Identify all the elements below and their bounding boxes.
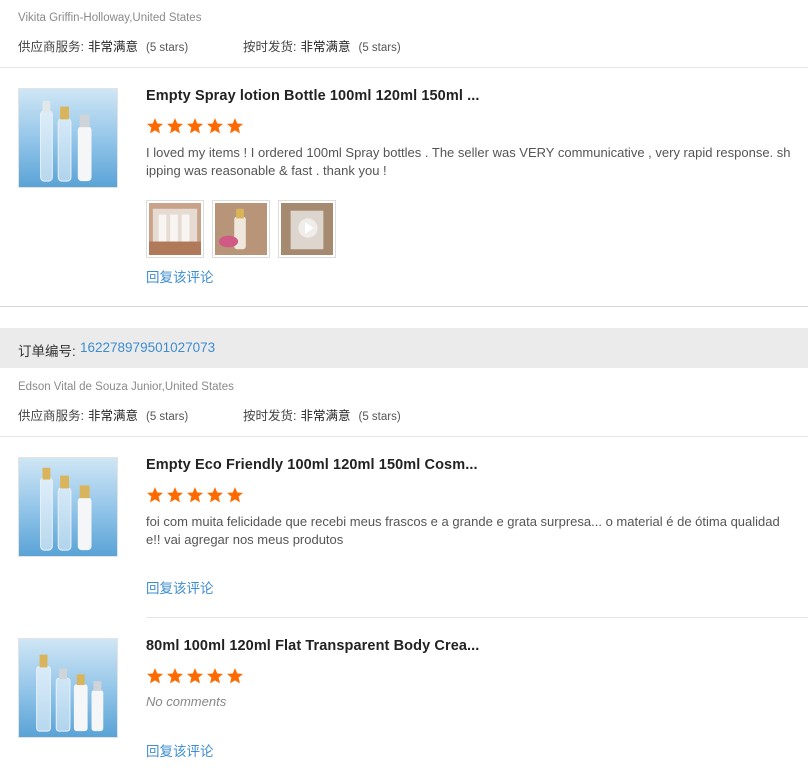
- reply-link[interactable]: 回复该评论: [146, 266, 214, 286]
- rating-stars: [146, 486, 244, 504]
- product-title[interactable]: Empty Eco Friendly 100ml 120ml 150ml Cos…: [146, 457, 478, 473]
- star-icon: [146, 667, 164, 685]
- supplier-service-value: 非常满意: [87, 409, 138, 423]
- product-title[interactable]: 80ml 100ml 120ml Flat Transparent Body C…: [146, 638, 479, 654]
- store-rating-line: 供应商服务: 非常满意 (5 stars) 按时发货: 非常满意 (5 stars): [18, 36, 401, 55]
- star-icon: [206, 486, 224, 504]
- buyer-name: Edson Vital de Souza Junior,United State…: [18, 381, 234, 393]
- review-comment: No comments: [146, 694, 227, 709]
- shipping-label: 按时发货:: [243, 40, 297, 54]
- order-number-link[interactable]: 162278979501027073: [80, 340, 215, 355]
- supplier-service-label: 供应商服务:: [18, 40, 84, 54]
- review-comment: foi com muita felicidade que recebi meus…: [146, 514, 780, 547]
- star-icon: [166, 667, 184, 685]
- store-rating-line: 供应商服务: 非常满意 (5 stars) 按时发货: 非常满意 (5 stars): [18, 405, 401, 424]
- shipping-label: 按时发货:: [243, 409, 297, 423]
- shipping-stars: (5 stars): [358, 42, 401, 54]
- star-icon: [166, 486, 184, 504]
- product-thumbnail[interactable]: [18, 88, 118, 188]
- section-divider: [0, 306, 808, 328]
- shipping-rating: 按时发货: 非常满意 (5 stars): [243, 36, 401, 55]
- product-title[interactable]: Empty Spray lotion Bottle 100ml 120ml 15…: [146, 88, 479, 104]
- divider: [0, 436, 808, 437]
- star-icon: [226, 667, 244, 685]
- star-icon: [186, 486, 204, 504]
- star-icon: [146, 486, 164, 504]
- star-icon: [226, 486, 244, 504]
- shipping-value: 非常满意: [300, 409, 351, 423]
- star-icon: [206, 667, 224, 685]
- product-thumbnail[interactable]: [18, 457, 118, 557]
- star-icon: [146, 117, 164, 135]
- product-thumbnail[interactable]: [18, 638, 118, 738]
- order-number-label: 订单编号:: [18, 344, 76, 359]
- supplier-service-value: 非常满意: [87, 40, 138, 54]
- shipping-value: 非常满意: [300, 40, 351, 54]
- rating-stars: [146, 117, 244, 135]
- supplier-service-label: 供应商服务:: [18, 409, 84, 423]
- review-comment: I loved my items ! I ordered 100ml Spray…: [146, 145, 791, 178]
- buyer-name: Vikita Griffin-Holloway,United States: [18, 12, 202, 24]
- star-icon: [226, 117, 244, 135]
- review-video[interactable]: [278, 200, 336, 258]
- divider: [146, 617, 808, 618]
- supplier-service-stars: (5 stars): [146, 411, 189, 423]
- star-icon: [186, 117, 204, 135]
- star-icon: [206, 117, 224, 135]
- shipping-stars: (5 stars): [358, 411, 401, 423]
- divider: [0, 67, 808, 68]
- supplier-service-stars: (5 stars): [146, 42, 189, 54]
- review-photo-1[interactable]: [146, 200, 204, 258]
- review-photo-2[interactable]: [212, 200, 270, 258]
- shipping-rating: 按时发货: 非常满意 (5 stars): [243, 405, 401, 424]
- star-icon: [166, 117, 184, 135]
- order-bar: 订单编号: 162278979501027073: [0, 328, 808, 368]
- star-icon: [186, 667, 204, 685]
- rating-stars: [146, 667, 244, 685]
- reply-link[interactable]: 回复该评论: [146, 740, 214, 760]
- reply-link[interactable]: 回复该评论: [146, 577, 214, 597]
- review-photos: [146, 200, 336, 258]
